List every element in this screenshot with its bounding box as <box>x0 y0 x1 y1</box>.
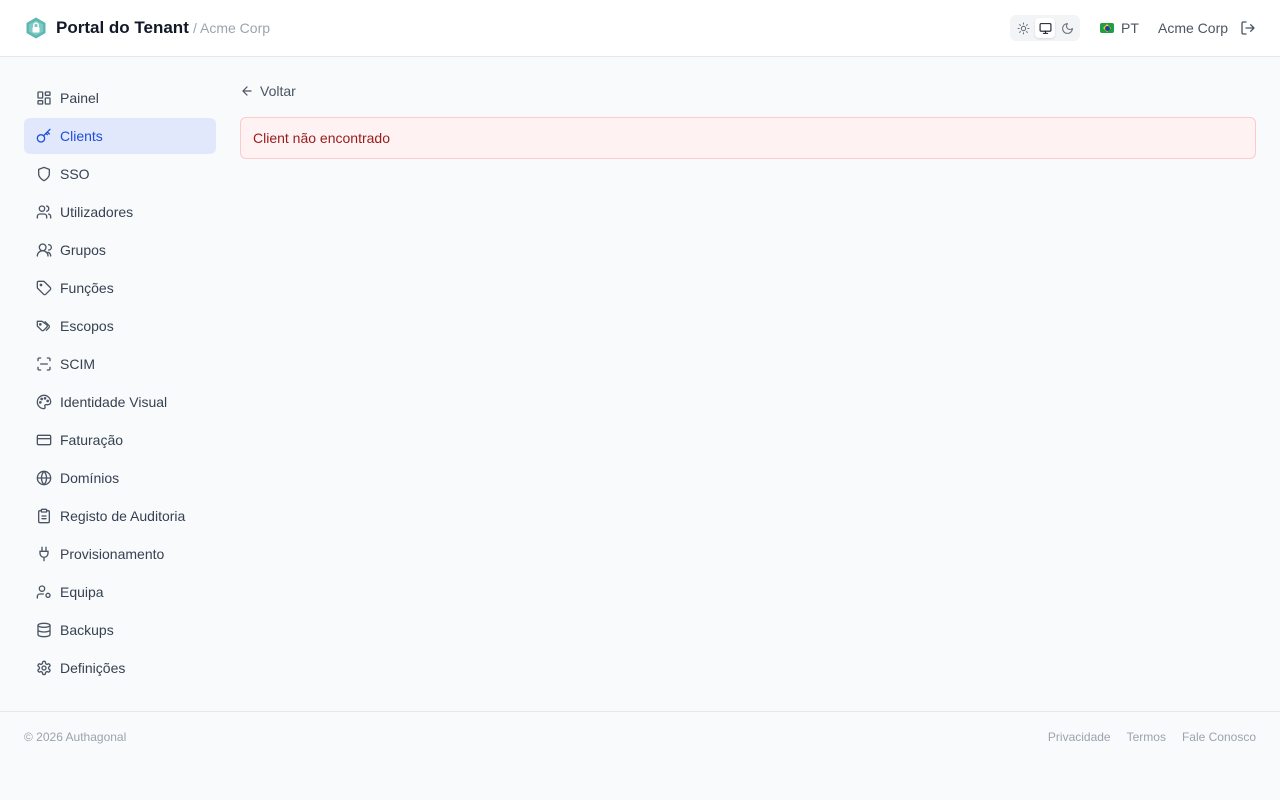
sidebar-item-label: Painel <box>60 90 99 106</box>
sidebar-item-scim[interactable]: SCIM <box>24 346 216 382</box>
group-icon <box>36 243 52 257</box>
back-label: Voltar <box>260 83 296 99</box>
sidebar-item-provisionamento[interactable]: Provisionamento <box>24 536 216 572</box>
sidebar-item-label: Identidade Visual <box>60 394 168 410</box>
language-selector[interactable]: PT <box>1100 20 1139 36</box>
sidebar-item-label: Utilizadores <box>60 204 134 220</box>
theme-dark-button[interactable] <box>1057 18 1077 38</box>
globe-icon <box>36 470 52 486</box>
sidebar-item-clients[interactable]: Clients <box>24 118 216 154</box>
palette-icon <box>36 394 52 410</box>
tag-icon <box>36 280 52 296</box>
sidebar-item-faturacao[interactable]: Faturação <box>24 422 216 458</box>
sidebar-item-label: Domínios <box>60 470 120 486</box>
clipboard-icon <box>38 508 50 524</box>
tags-icon <box>36 320 50 332</box>
sidebar-item-label: Registo de Auditoria <box>60 508 186 524</box>
scan-icon <box>37 357 51 371</box>
sidebar-item-definicoes[interactable]: Definições <box>24 650 216 686</box>
users-icon <box>36 205 52 219</box>
back-link[interactable]: Voltar <box>240 82 296 100</box>
top-header: Portal do Tenant / Acme Corp PT Acme Cor… <box>0 0 1280 57</box>
sun-icon <box>1017 22 1029 34</box>
error-alert: Client não encontrado <box>240 117 1256 159</box>
theme-toggle <box>1010 15 1080 41</box>
brazil-flag-icon <box>1100 23 1114 33</box>
sidebar-item-label: Definições <box>60 660 126 676</box>
brand-logo-icon[interactable] <box>24 16 48 40</box>
sidebar-item-identidade-visual[interactable]: Identidade Visual <box>24 384 216 420</box>
gear-icon <box>37 660 51 676</box>
language-label: PT <box>1121 20 1139 36</box>
footer-link-fale-conosco[interactable]: Fale Conosco <box>1182 730 1256 744</box>
footer-link-privacidade[interactable]: Privacidade <box>1048 730 1111 744</box>
sidebar-item-grupos[interactable]: Grupos <box>24 232 216 268</box>
sidebar-item-label: Faturação <box>60 432 124 448</box>
sidebar-item-painel[interactable]: Painel <box>24 80 216 116</box>
sidebar-item-label: Funções <box>60 280 114 296</box>
sidebar-item-escopos[interactable]: Escopos <box>24 308 216 344</box>
key-icon <box>36 128 51 143</box>
tenant-name: Acme Corp <box>1158 20 1229 36</box>
moon-icon <box>1061 22 1073 34</box>
credit-card-icon <box>36 434 52 446</box>
sidebar-item-equipa[interactable]: Equipa <box>24 574 216 610</box>
database-icon <box>37 622 51 638</box>
sidebar-item-backups[interactable]: Backups <box>24 612 216 648</box>
sidebar-item-label: Escopos <box>60 318 114 334</box>
sidebar-item-label: Grupos <box>60 242 106 258</box>
page-footer: © 2026 Authagonal Privacidade Termos Fal… <box>0 711 1280 800</box>
shield-icon <box>38 166 50 182</box>
sidebar-nav: Painel Clients SSO Utilizadores Grupos F… <box>24 80 216 688</box>
footer-link-termos[interactable]: Termos <box>1127 730 1166 744</box>
sidebar-item-label: Clients <box>60 128 103 144</box>
arrow-left-icon <box>242 86 252 96</box>
sidebar-item-label: Equipa <box>60 584 104 600</box>
sidebar-item-label: SSO <box>60 166 90 182</box>
sidebar-item-registo-auditoria[interactable]: Registo de Auditoria <box>24 498 216 534</box>
user-cog-icon <box>36 585 51 599</box>
monitor-icon <box>1039 22 1051 34</box>
copyright-text: © 2026 Authagonal <box>24 730 127 744</box>
error-message: Client não encontrado <box>253 130 390 146</box>
sidebar-item-utilizadores[interactable]: Utilizadores <box>24 194 216 230</box>
sidebar-item-funcoes[interactable]: Funções <box>24 270 216 306</box>
sidebar-item-dominios[interactable]: Domínios <box>24 460 216 496</box>
theme-system-button[interactable] <box>1035 18 1055 38</box>
sidebar-item-label: SCIM <box>60 356 95 372</box>
logout-icon[interactable] <box>1240 20 1256 36</box>
sidebar-item-sso[interactable]: SSO <box>24 156 216 192</box>
app-title: Portal do Tenant <box>56 18 189 37</box>
plug-icon <box>39 546 49 562</box>
sidebar-item-label: Backups <box>60 622 114 638</box>
dashboard-icon <box>37 91 51 105</box>
footer-links: Privacidade Termos Fale Conosco <box>1048 730 1256 744</box>
sidebar-item-label: Provisionamento <box>60 546 165 562</box>
tenant-breadcrumb: / Acme Corp <box>193 20 271 36</box>
theme-light-button[interactable] <box>1013 18 1033 38</box>
